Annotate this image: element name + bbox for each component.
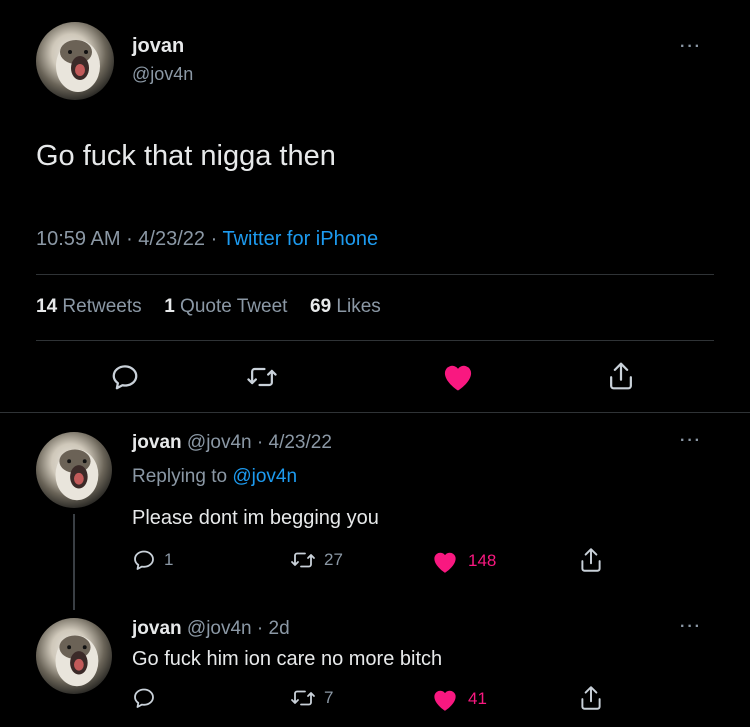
reply-icon[interactable] bbox=[110, 362, 140, 392]
retweet-count: 7 bbox=[324, 688, 334, 707]
tweet-time[interactable]: 10:59 AM bbox=[36, 228, 121, 250]
heart-icon bbox=[430, 686, 460, 712]
retweet-action[interactable]: 27 bbox=[290, 548, 343, 572]
replying-handle[interactable]: @jov4n bbox=[232, 466, 297, 487]
retweet-action[interactable]: 7 bbox=[290, 686, 333, 710]
quotes-label: Quote Tweet bbox=[180, 296, 288, 317]
display-name[interactable]: jovan bbox=[132, 618, 182, 639]
reply-date[interactable]: 4/23/22 bbox=[269, 432, 332, 453]
separator-dot: · bbox=[251, 432, 269, 453]
tweet-stats: 14 Retweets 1 Quote Tweet 69 Likes bbox=[36, 296, 381, 318]
tweet-source[interactable]: Twitter for iPhone bbox=[222, 228, 378, 250]
quotes-stat[interactable]: 1 Quote Tweet bbox=[164, 296, 293, 317]
thread-line bbox=[73, 514, 75, 610]
reply-icon bbox=[132, 686, 156, 710]
divider bbox=[36, 340, 714, 341]
replying-label: Replying to bbox=[132, 466, 228, 487]
retweet-icon bbox=[290, 548, 316, 572]
reply-action[interactable] bbox=[132, 686, 164, 710]
likes-count: 69 bbox=[310, 296, 332, 317]
separator-dot: · bbox=[210, 228, 223, 250]
like-action[interactable]: 41 bbox=[430, 686, 487, 712]
divider bbox=[0, 412, 750, 413]
divider bbox=[36, 274, 714, 275]
handle[interactable]: @jov4n bbox=[187, 618, 252, 639]
separator-dot: · bbox=[251, 618, 269, 639]
separator-dot: · bbox=[126, 228, 139, 250]
heart-icon bbox=[430, 548, 460, 574]
likes-label: Likes bbox=[336, 296, 381, 317]
more-icon[interactable]: ··· bbox=[680, 432, 702, 450]
more-icon[interactable]: ··· bbox=[680, 618, 702, 636]
retweet-icon[interactable] bbox=[246, 362, 278, 392]
retweets-count: 14 bbox=[36, 296, 58, 317]
share-icon[interactable] bbox=[606, 360, 636, 392]
tweet-date[interactable]: 4/23/22 bbox=[138, 228, 205, 250]
like-count: 41 bbox=[468, 689, 487, 708]
like-count: 148 bbox=[468, 551, 497, 570]
reply-icon bbox=[132, 548, 156, 572]
handle[interactable]: @jov4n bbox=[132, 64, 193, 85]
avatar[interactable] bbox=[36, 618, 112, 694]
reply-text: Go fuck him ion care no more bitch bbox=[132, 648, 443, 670]
display-name[interactable]: jovan bbox=[132, 35, 184, 58]
share-icon[interactable] bbox=[578, 546, 604, 574]
reply-header: jovan @jov4n · 4/23/22 bbox=[132, 432, 332, 454]
tweet-text: Go fuck that nigga then bbox=[36, 140, 336, 172]
heart-icon[interactable] bbox=[440, 360, 476, 392]
tweet-meta: 10:59 AM · 4/23/22 · Twitter for iPhone bbox=[36, 228, 378, 251]
reply-date[interactable]: 2d bbox=[269, 618, 290, 639]
retweets-label: Retweets bbox=[62, 296, 142, 317]
reply-action[interactable]: 1 bbox=[132, 548, 173, 572]
more-icon[interactable]: ··· bbox=[680, 38, 702, 56]
reply-header: jovan @jov4n · 2d bbox=[132, 618, 290, 640]
retweet-count: 27 bbox=[324, 550, 343, 569]
retweet-icon bbox=[290, 686, 316, 710]
handle[interactable]: @jov4n bbox=[187, 432, 252, 453]
retweets-stat[interactable]: 14 Retweets bbox=[36, 296, 147, 317]
share-icon[interactable] bbox=[578, 684, 604, 712]
display-name[interactable]: jovan bbox=[132, 432, 182, 453]
reply-count: 1 bbox=[164, 550, 174, 569]
avatar[interactable] bbox=[36, 432, 112, 508]
like-action[interactable]: 148 bbox=[430, 548, 496, 574]
reply-text: Please dont im begging you bbox=[132, 507, 379, 529]
quotes-count: 1 bbox=[164, 296, 175, 317]
likes-stat[interactable]: 69 Likes bbox=[310, 296, 381, 317]
avatar[interactable] bbox=[36, 22, 114, 100]
replying-to: Replying to @jov4n bbox=[132, 466, 297, 488]
